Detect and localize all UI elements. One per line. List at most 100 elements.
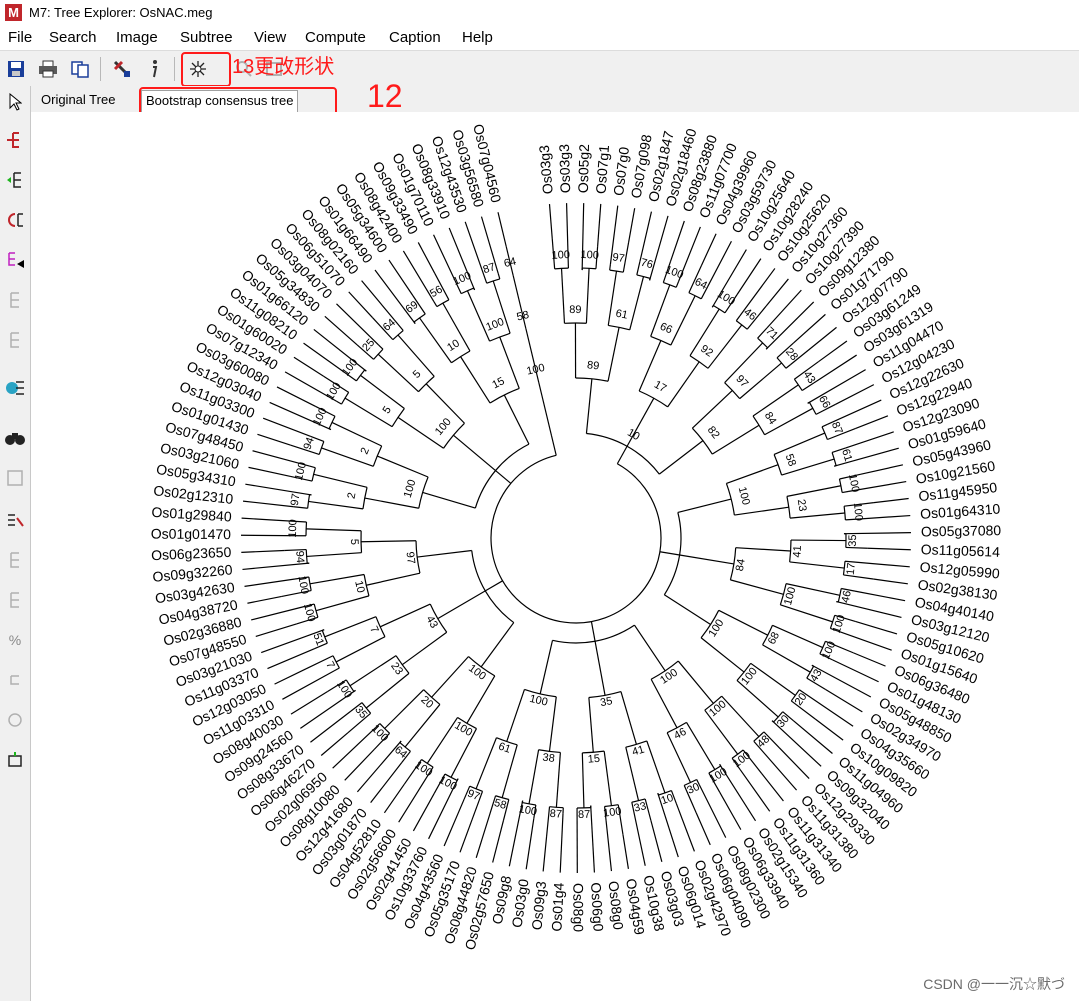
leaf-label[interactable]: Os05g2: [575, 144, 592, 194]
tree-branch[interactable]: [855, 591, 905, 601]
tree-branch[interactable]: [647, 741, 665, 793]
tree-branch[interactable]: [589, 697, 593, 752]
tree-branch[interactable]: [461, 357, 491, 403]
tree-branch[interactable]: [361, 541, 416, 542]
tree-branch[interactable]: [680, 555, 734, 564]
tree-branch[interactable]: [856, 622, 897, 634]
menu-image[interactable]: Image: [116, 29, 158, 46]
tree-branch[interactable]: [247, 596, 281, 603]
tree-branch[interactable]: [277, 387, 315, 406]
tree-branch[interactable]: [314, 474, 367, 487]
tree-branch[interactable]: [762, 774, 784, 801]
tree-branch[interactable]: [413, 793, 434, 831]
tree-branch[interactable]: [678, 661, 713, 703]
tree-branch[interactable]: [371, 762, 402, 802]
compress-icon[interactable]: [3, 248, 27, 272]
tree-branch[interactable]: [826, 690, 863, 712]
tree-branch[interactable]: [722, 696, 759, 736]
tree-branch[interactable]: [562, 268, 565, 323]
tree-branch[interactable]: [481, 623, 514, 667]
tree-branch[interactable]: [720, 792, 741, 829]
tree-branch[interactable]: [245, 484, 311, 495]
tree-branch[interactable]: [692, 390, 732, 428]
tree-branch[interactable]: [365, 498, 419, 508]
tree-branch[interactable]: [432, 657, 469, 698]
tree-branch[interactable]: [380, 604, 430, 627]
tree-branch[interactable]: [504, 395, 529, 444]
tree-branch[interactable]: [617, 446, 627, 463]
leaf-label[interactable]: Os03g3: [536, 144, 556, 194]
leaf-label[interactable]: Os06g23650: [151, 544, 232, 563]
leaf-label[interactable]: Os07g1: [593, 144, 613, 194]
tree-branch[interactable]: [549, 697, 556, 752]
tree-branch[interactable]: [664, 595, 710, 625]
tree-branch[interactable]: [389, 260, 413, 296]
tree-branch[interactable]: [427, 717, 457, 763]
tree-branch[interactable]: [853, 653, 885, 666]
tree-branch[interactable]: [790, 513, 845, 518]
tree-branch[interactable]: [242, 563, 309, 569]
tree-branch[interactable]: [399, 772, 430, 822]
leaf-label[interactable]: Os01g4: [548, 882, 566, 932]
tree-branch[interactable]: [350, 656, 396, 686]
tree-branch[interactable]: [291, 691, 328, 714]
tree-branch[interactable]: [640, 212, 651, 262]
tree-branch[interactable]: [822, 424, 827, 426]
menu-compute[interactable]: Compute: [305, 29, 366, 46]
print-icon[interactable]: [36, 57, 60, 81]
swap-branches-icon[interactable]: [3, 128, 27, 152]
tree-branch[interactable]: [766, 279, 788, 306]
tree-branch[interactable]: [598, 204, 601, 247]
tree-branch[interactable]: [539, 382, 552, 435]
leaf-label[interactable]: Os06g0: [588, 882, 607, 932]
tree-branch[interactable]: [833, 660, 879, 682]
tree-branch[interactable]: [836, 385, 874, 405]
tree-branch[interactable]: [476, 738, 496, 789]
tree-branch[interactable]: [366, 573, 420, 585]
tree-branch[interactable]: [485, 581, 502, 591]
tree-branch[interactable]: [385, 690, 424, 729]
tree-branch[interactable]: [859, 516, 910, 519]
tree-branch[interactable]: [779, 748, 809, 779]
tree-branch[interactable]: [780, 605, 832, 622]
save-icon[interactable]: [4, 57, 28, 81]
tree-branch[interactable]: [360, 375, 404, 408]
tree-branch[interactable]: [242, 518, 277, 520]
tree-branch[interactable]: [668, 362, 700, 407]
tree-branch[interactable]: [334, 668, 339, 671]
tree-branch[interactable]: [815, 719, 843, 740]
tree-branch[interactable]: [793, 721, 832, 754]
tree-branch[interactable]: [467, 291, 489, 341]
tree-branch[interactable]: [651, 820, 662, 862]
tree-branch[interactable]: [726, 465, 778, 484]
tree-branch[interactable]: [591, 622, 595, 642]
tree-branch[interactable]: [567, 203, 568, 254]
tree-branch[interactable]: [552, 436, 557, 455]
tree-branch[interactable]: [418, 242, 434, 273]
tree-branch[interactable]: [708, 325, 742, 368]
tree-branch[interactable]: [791, 327, 837, 364]
tree-branch[interactable]: [851, 562, 910, 567]
tree-branch[interactable]: [772, 721, 773, 722]
tree-branch[interactable]: [282, 671, 334, 699]
tree-branch[interactable]: [659, 441, 703, 474]
tree-branch[interactable]: [379, 345, 383, 349]
tree-branch[interactable]: [493, 821, 504, 863]
tree-branch[interactable]: [549, 204, 552, 239]
tree-branch[interactable]: [498, 273, 500, 279]
menu-caption[interactable]: Caption: [389, 29, 441, 46]
tree-branch[interactable]: [417, 551, 472, 558]
tree-branch[interactable]: [845, 432, 893, 448]
tree-branch[interactable]: [307, 553, 362, 557]
tree-branch[interactable]: [245, 579, 295, 586]
tree-branch[interactable]: [251, 606, 308, 620]
tree-branch[interactable]: [405, 704, 440, 747]
tree-branch[interactable]: [377, 456, 428, 477]
tree-branch[interactable]: [332, 422, 382, 446]
tree-branch[interactable]: [384, 784, 404, 813]
tree-branch[interactable]: [403, 251, 433, 302]
tree-branch[interactable]: [736, 316, 740, 321]
tree-branch[interactable]: [670, 221, 684, 262]
tree-branch[interactable]: [635, 625, 666, 671]
tree-branch[interactable]: [474, 288, 475, 290]
